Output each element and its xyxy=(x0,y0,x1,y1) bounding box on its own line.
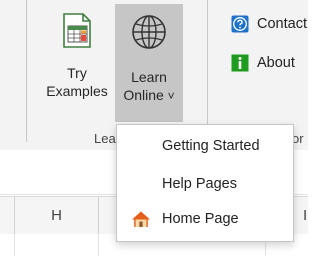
menu-item-label: Getting Started xyxy=(162,138,260,154)
about-button[interactable]: About xyxy=(231,51,295,75)
column-header-left-partial[interactable] xyxy=(0,197,15,234)
menu-item-getting-started[interactable]: Getting Started xyxy=(117,129,293,163)
question-icon xyxy=(231,15,249,33)
menu-item-label: Help Pages xyxy=(162,176,237,192)
about-label: About xyxy=(257,55,295,71)
contact-label: Contact xyxy=(257,16,307,32)
menu-item-home-page[interactable]: Home Page xyxy=(117,202,293,236)
globe-icon xyxy=(132,15,166,49)
menu-item-help-pages[interactable]: Help Pages xyxy=(117,167,293,201)
group-label-left: Lea xyxy=(94,131,116,146)
learn-online-label-line2: Online ˅ xyxy=(115,86,183,105)
group-separator xyxy=(207,0,208,142)
contact-button[interactable]: Contact xyxy=(231,12,307,36)
home-icon xyxy=(132,211,150,227)
try-examples-label-line1: Try xyxy=(67,65,87,81)
grid-line xyxy=(14,234,15,256)
learn-online-label-line1: Learn xyxy=(131,69,167,85)
learn-online-label-text: Online xyxy=(123,87,164,103)
column-header-h[interactable]: H xyxy=(15,197,99,234)
chevron-down-icon: ˅ xyxy=(167,89,175,103)
try-examples-button[interactable]: Try Examples xyxy=(45,10,109,100)
group-separator xyxy=(26,0,27,142)
learn-online-dropdown-menu: Getting Started Help Pages Home Page xyxy=(116,124,294,242)
learn-online-button[interactable]: Learn Online ˅ xyxy=(115,4,183,122)
info-icon xyxy=(231,54,249,72)
menu-item-label: Home Page xyxy=(162,211,239,227)
grid-line xyxy=(98,234,99,256)
try-examples-label-line2: Examples xyxy=(46,83,108,99)
spreadsheet-example-icon xyxy=(63,13,91,48)
